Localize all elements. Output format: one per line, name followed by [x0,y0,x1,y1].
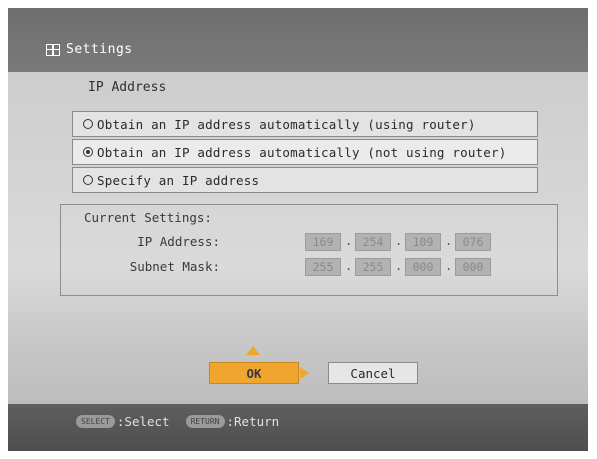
option-auto-no-router[interactable]: Obtain an IP address automatically (not … [72,139,538,165]
radio-selected-icon [83,147,93,157]
select-key-icon: SELECT [76,415,115,428]
mask-octet-4: 000 [455,258,491,276]
ip-octet-3: 109 [405,233,441,251]
cancel-button[interactable]: Cancel [328,362,418,384]
option-label: Obtain an IP address automatically (usin… [97,116,476,132]
footer-hints: SELECT :Select RETURN :Return [76,414,279,429]
option-auto-router[interactable]: Obtain an IP address automatically (usin… [72,111,538,137]
settings-header: Settings [46,42,133,57]
current-settings-title: Current Settings: [84,210,212,225]
header-title: Settings [66,42,133,57]
arrow-right-icon [300,367,309,379]
select-hint: :Select [116,414,170,429]
ip-octet-1: 169 [305,233,341,251]
option-label: Specify an IP address [97,172,260,188]
return-key-icon: RETURN [185,415,225,428]
return-hint: :Return [226,414,280,429]
mask-octet-2: 255 [355,258,391,276]
ip-octet-4: 076 [455,233,491,251]
subnet-mask-label: Subnet Mask: [129,259,220,274]
section-title: IP Address [88,80,167,95]
ip-address-label: IP Address: [137,234,220,249]
arrow-up-icon [246,346,260,355]
option-specify-ip[interactable]: Specify an IP address [72,167,538,193]
option-label: Obtain an IP address automatically (not … [97,144,507,160]
mask-octet-3: 000 [405,258,441,276]
settings-grid-icon [46,43,60,56]
ok-button[interactable]: OK [209,362,299,384]
radio-icon [83,119,93,129]
ip-octet-2: 254 [355,233,391,251]
mask-octet-1: 255 [305,258,341,276]
radio-icon [83,175,93,185]
